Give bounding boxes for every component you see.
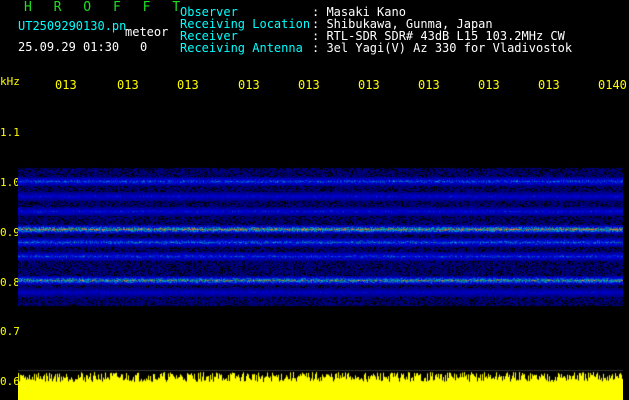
frequency-tick-label: 0.7 (0, 325, 20, 338)
time-tick-label: 013 (55, 78, 77, 92)
time-tick-label: 013 (478, 78, 500, 92)
time-tick-label: 013 (538, 78, 560, 92)
time-tick-label: 013 (238, 78, 260, 92)
time-tick-label: 013 (358, 78, 380, 92)
time-tick-label: 0140 (598, 78, 627, 92)
file-count: 0 (140, 40, 148, 54)
time-tick-label: 013 (418, 78, 440, 92)
app-title: H R O F F T (24, 0, 188, 15)
time-tick-label: 013 (177, 78, 199, 92)
antenna-value: : 3el Yagi(V) Az 330 for Vladivostok (312, 41, 573, 55)
time-tick-label: 013 (117, 78, 139, 92)
frequency-tick-label: 0.6 (0, 375, 20, 388)
file-type-label: meteor (125, 25, 169, 39)
antenna-label: Receiving Antenna (180, 41, 303, 55)
frequency-tick-label: 1.1 (0, 126, 20, 139)
frequency-tick-label: 1.0 (0, 176, 20, 189)
file-name: UT2509290130.pn (18, 19, 127, 33)
file-datetime: 25.09.29 01:30 (18, 40, 120, 54)
spectrogram-canvas (18, 96, 623, 400)
time-axis: 013 013 013 013 013 013 013 013 013 0140 (0, 78, 629, 94)
frequency-tick-label: 0.8 (0, 276, 20, 289)
time-tick-label: 013 (298, 78, 320, 92)
frequency-tick-label: 0.9 (0, 226, 20, 239)
